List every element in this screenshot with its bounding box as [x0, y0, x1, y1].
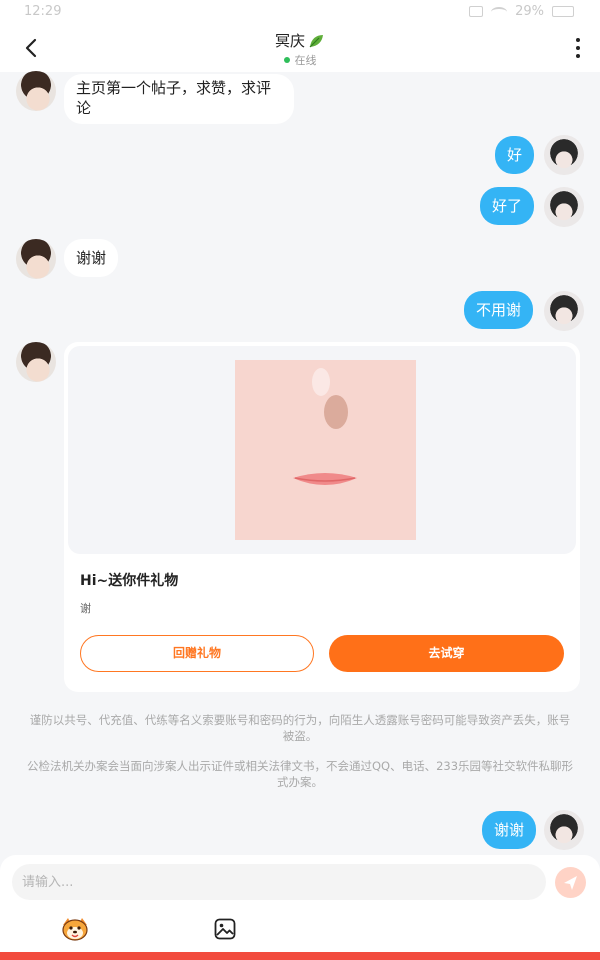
image-button[interactable] — [213, 917, 237, 941]
online-dot-icon — [283, 57, 290, 63]
composer — [0, 855, 600, 952]
more-dot — [576, 54, 580, 58]
send-button[interactable] — [555, 867, 586, 898]
return-gift-button[interactable]: 回赠礼物 — [80, 635, 314, 672]
legal-notice: 公检法机关办案会当面向涉案人出示证件或相关法律文书，不会通过QQ、电话、233乐… — [26, 759, 574, 789]
more-options-button[interactable] — [574, 38, 582, 58]
message-bubble-outgoing: 好 — [495, 136, 535, 174]
battery-level: 29% — [515, 4, 544, 19]
gift-preview-area — [68, 346, 576, 554]
gift-card[interactable]: Hi~送你件礼物 谢 回赠礼物 去试穿 — [64, 342, 580, 692]
message-bubble-outgoing: 谢谢 — [482, 811, 537, 849]
try-on-button[interactable]: 去试穿 — [329, 635, 564, 672]
status-time: 12:29 — [24, 4, 62, 19]
gift-title: Hi~送你件礼物 — [80, 573, 179, 589]
send-icon — [564, 876, 577, 890]
contact-name: 冥庆 — [274, 32, 305, 50]
my-avatar[interactable] — [544, 291, 584, 331]
presence-text: 在线 — [294, 54, 317, 67]
message-bubble-outgoing: 不用谢 — [464, 291, 534, 329]
leaf-icon — [309, 34, 323, 47]
more-vertical-icon — [576, 38, 580, 42]
my-avatar[interactable] — [544, 187, 584, 227]
wifi-icon — [491, 6, 508, 17]
image-icon — [214, 918, 236, 940]
emoji-mascot-icon — [62, 918, 88, 941]
emoji-button[interactable] — [60, 915, 90, 943]
chat-title: 冥庆 在线 — [0, 30, 600, 68]
contact-name-row: 冥庆 — [275, 30, 325, 51]
presence-status: 在线 — [0, 52, 600, 68]
status-bar: 12:29 29% — [0, 0, 600, 24]
contact-avatar[interactable] — [16, 71, 56, 111]
message-input[interactable] — [12, 864, 546, 900]
chat-header: 冥庆 在线 — [0, 24, 600, 72]
contact-avatar[interactable] — [16, 342, 56, 382]
contact-avatar[interactable] — [16, 239, 56, 279]
message-bubble-incoming: 主页第一个帖子，求赞，求评论 — [64, 74, 294, 124]
status-icons: 29% — [469, 4, 574, 19]
bottom-bar — [0, 952, 600, 960]
more-dot — [576, 46, 580, 50]
message-bubble-outgoing: 好了 — [480, 187, 535, 225]
security-notice: 谨防以共号、代充值、代练等名义索要账号和密码的行为，向陌生人透露账号密码可能导致… — [29, 713, 571, 743]
gift-message: 谢 — [80, 602, 91, 615]
gift-preview-image[interactable] — [235, 360, 416, 540]
gift-face-illustration — [235, 360, 416, 540]
battery-icon — [552, 6, 574, 17]
my-avatar[interactable] — [544, 135, 584, 175]
sim-icon — [469, 6, 484, 17]
message-bubble-incoming: 谢谢 — [64, 239, 119, 277]
my-avatar[interactable] — [544, 810, 584, 850]
